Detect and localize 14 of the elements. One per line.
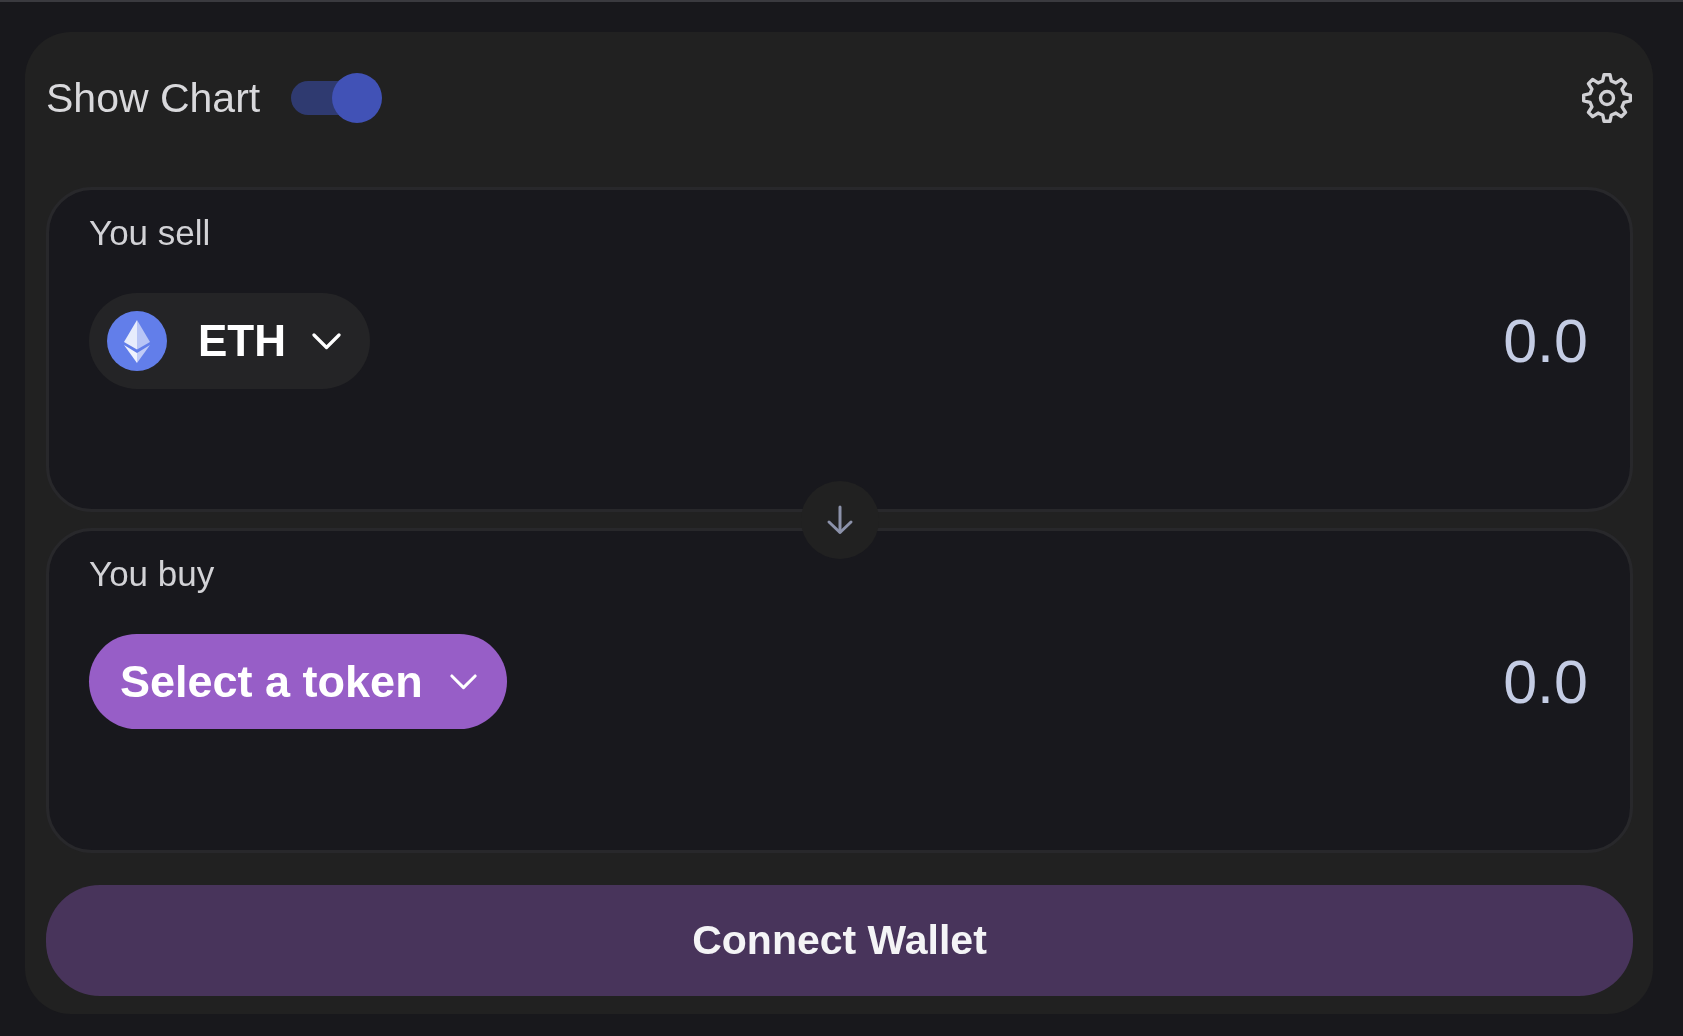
token-select-button[interactable]: ETH — [89, 293, 370, 389]
amount-input[interactable]: 0.0 — [1478, 306, 1588, 376]
chevron-down-icon — [312, 332, 341, 350]
settings-icon[interactable] — [1581, 72, 1633, 124]
show-chart-toggle[interactable] — [291, 73, 383, 123]
panel-label: You sell — [89, 212, 212, 254]
chevron-down-icon — [449, 673, 477, 690]
arrow-down-icon — [825, 505, 854, 535]
panel-label: You buy — [89, 553, 216, 595]
show-chart-label: Show Chart — [46, 77, 261, 119]
amount-input[interactable]: 0.0 — [1478, 646, 1588, 717]
connect-wallet-button[interactable]: Connect Wallet — [46, 885, 1633, 996]
select-token-button[interactable]: Select a token — [89, 634, 507, 729]
ethereum-icon — [107, 311, 167, 371]
